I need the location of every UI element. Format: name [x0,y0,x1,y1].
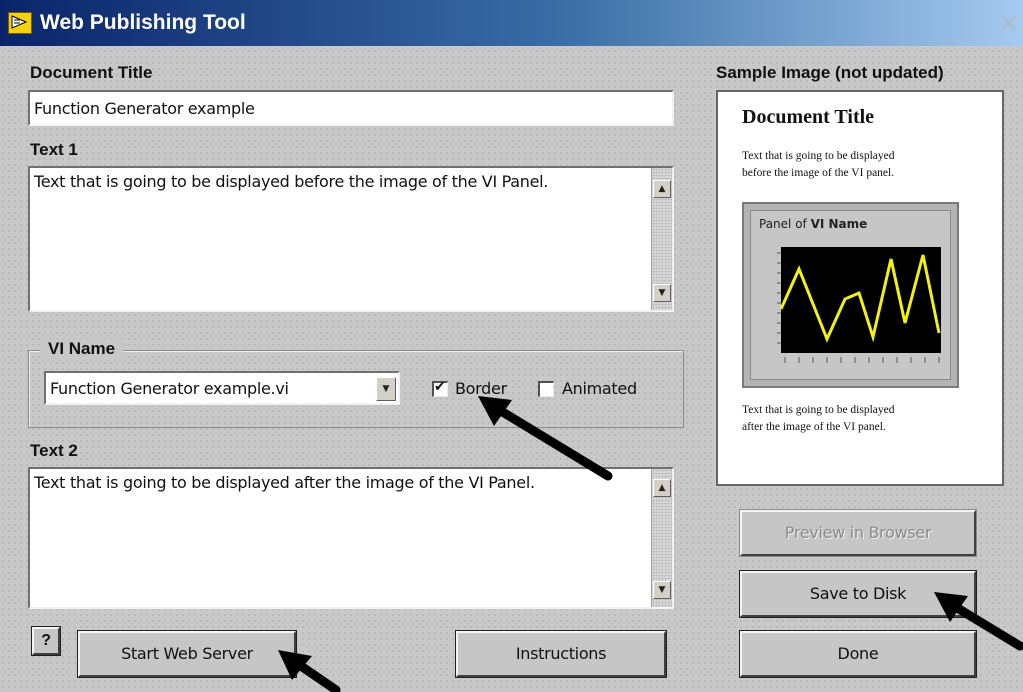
scroll-up-icon[interactable]: ▲ [653,180,671,198]
text2-textarea[interactable]: Text that is going to be displayed after… [28,467,674,609]
text1-textarea[interactable]: Text that is going to be displayed befor… [28,166,674,312]
instructions-button[interactable]: Instructions [455,630,667,678]
graph-x-ticks [784,357,940,363]
help-button[interactable]: ? [31,626,61,656]
vi-panel-inner: Panel of VI Name [750,210,951,380]
start-web-server-button[interactable]: Start Web Server [77,630,297,678]
text1-label: Text 1 [30,140,78,159]
title-bar: Web Publishing Tool ✕ [0,0,1023,46]
graph-y-ticks [777,252,781,344]
web-publishing-tool-window: Web Publishing Tool ✕ Document Title Fun… [0,0,1023,692]
annotation-arrow-icon [934,592,1023,651]
text2-label: Text 2 [30,441,78,460]
sample-after-text: Text that is going to be displayed after… [742,402,992,436]
vi-name-select[interactable]: Function Generator example.vi ▼ [44,371,400,405]
close-icon[interactable]: ✕ [996,12,1022,36]
sample-after-line1: Text that is going to be displayed [742,404,895,416]
sample-before-line1: Text that is going to be displayed [742,150,895,162]
vi-name-value: Function Generator example.vi [50,379,289,398]
panel-caption-name: VI Name [810,217,868,231]
text1-value: Text that is going to be displayed befor… [34,172,549,191]
vi-name-label: VI Name [40,339,124,359]
chevron-down-icon[interactable]: ▼ [376,377,396,401]
sample-image-preview: Document Title Text that is going to be … [716,90,1004,486]
annotation-arrow-icon [478,396,613,481]
sample-after-line2: after the image of the VI panel. [742,421,886,433]
document-title-label: Document Title [30,63,153,82]
scroll-down-icon[interactable]: ▼ [653,284,671,302]
sample-image-label: Sample Image (not updated) [716,63,944,82]
annotation-arrow-icon [278,650,341,692]
sample-doc-title: Document Title [742,106,875,128]
panel-caption-prefix: Panel of [759,217,811,231]
document-title-input[interactable]: Function Generator example [28,90,674,126]
sample-before-text: Text that is going to be displayed befor… [742,148,992,182]
app-icon [8,12,32,34]
panel-caption: Panel of VI Name [759,217,867,231]
text1-scrollbar[interactable]: ▲ ▼ [651,168,672,310]
vi-panel-image: Panel of VI Name [742,202,959,388]
scroll-up-icon[interactable]: ▲ [653,479,671,497]
sample-before-line2: before the image of the VI panel. [742,167,895,179]
text2-scrollbar[interactable]: ▲ ▼ [651,469,672,607]
scroll-down-icon[interactable]: ▼ [653,581,671,599]
window-title: Web Publishing Tool [40,11,246,34]
waveform-graph [777,247,941,363]
document-title-value: Function Generator example [34,99,255,118]
preview-in-browser-button[interactable]: Preview in Browser [739,509,977,557]
border-checkbox[interactable]: ✔ [432,379,448,397]
check-icon: ✔ [434,379,446,395]
text2-value: Text that is going to be displayed after… [34,473,535,492]
